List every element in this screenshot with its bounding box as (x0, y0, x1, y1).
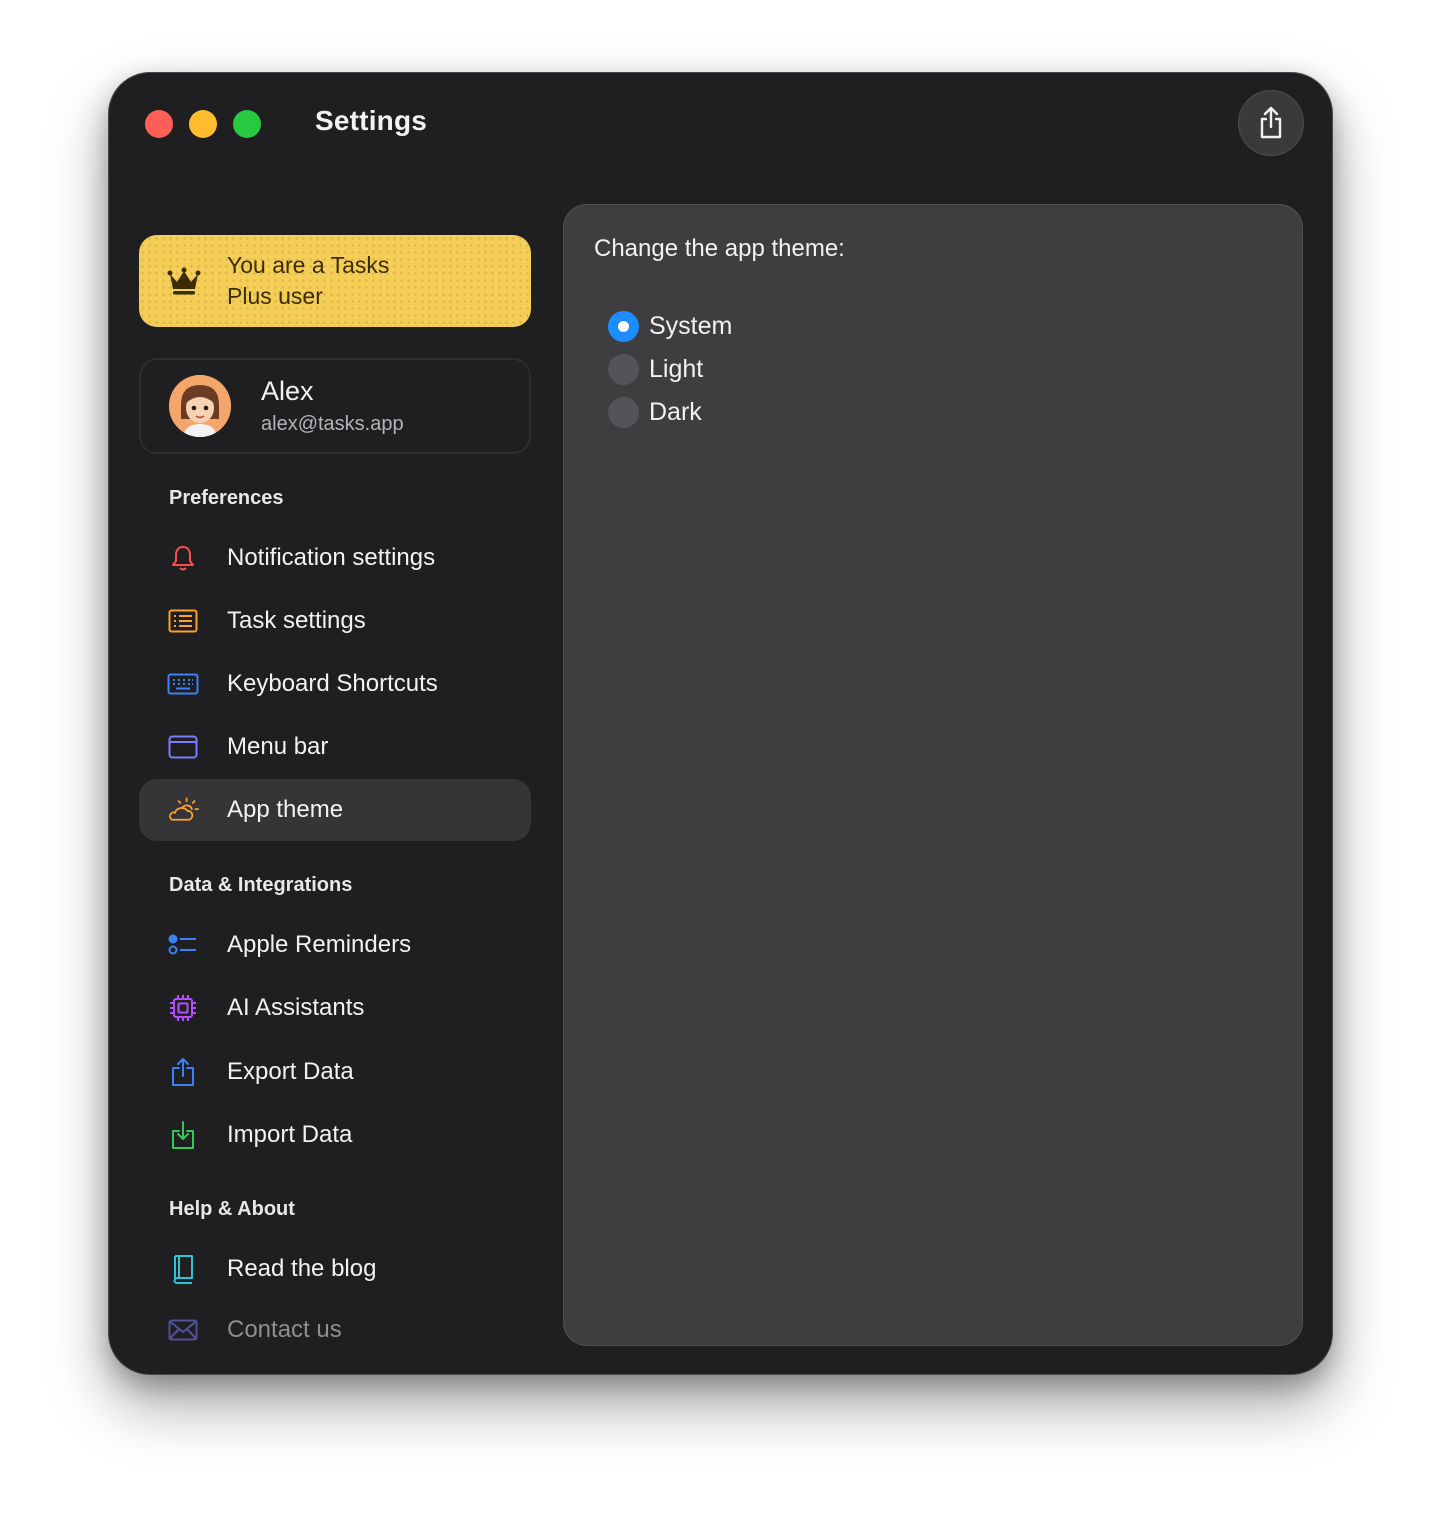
sidebar-item-label: App theme (227, 796, 344, 823)
import-icon (167, 1119, 199, 1151)
avatar (169, 375, 231, 437)
sidebar-item-import-data[interactable]: Import Data (139, 1104, 531, 1166)
sidebar-item-apple-reminders[interactable]: Apple Reminders (139, 914, 531, 976)
sidebar-item-task-settings[interactable]: Task settings (139, 590, 531, 652)
reminders-icon (167, 929, 199, 961)
book-icon (167, 1253, 199, 1285)
list-icon (167, 605, 199, 637)
theme-option-system[interactable]: System (608, 311, 732, 342)
section-preferences: Preferences (169, 487, 284, 509)
sidebar-item-read-blog[interactable]: Read the blog (139, 1238, 531, 1300)
theme-settings-panel: Change the app theme: System Light Dark (563, 204, 1303, 1346)
plus-status-text: You are a Tasks Plus user (227, 252, 390, 309)
window-title: Settings (315, 105, 428, 136)
settings-window: Settings You are a Tasks Plus user Alex … (108, 72, 1333, 1375)
sidebar-item-label: Menu bar (227, 733, 329, 760)
sidebar-item-menu-bar[interactable]: Menu bar (139, 716, 531, 778)
theme-option-label: Dark (649, 398, 702, 426)
sidebar-item-ai-assistants[interactable]: AI Assistants (139, 977, 531, 1039)
chip-icon (167, 992, 199, 1024)
bell-icon (167, 542, 199, 574)
share-icon (1260, 106, 1282, 139)
sidebar-item-label: Apple Reminders (227, 931, 412, 958)
radio-button-selected[interactable] (608, 311, 639, 342)
sidebar-item-label: Export Data (227, 1058, 354, 1085)
sidebar-item-label: Notification settings (227, 544, 436, 571)
sidebar-item-label: Contact us (227, 1316, 342, 1343)
keyboard-icon (167, 668, 199, 700)
user-email: alex@tasks.app (261, 413, 404, 435)
radio-button[interactable] (608, 354, 639, 385)
theme-settings-title: Change the app theme: (594, 235, 845, 262)
sidebar-item-contact-us[interactable]: Contact us (139, 1299, 531, 1361)
theme-option-label: Light (649, 355, 704, 383)
sidebar-item-label: Task settings (227, 607, 366, 634)
theme-option-light[interactable]: Light (608, 354, 703, 385)
sidebar-item-label: Read the blog (227, 1255, 377, 1282)
section-data-integrations: Data & Integrations (169, 874, 353, 896)
user-account-card[interactable]: Alex alex@tasks.app (139, 358, 531, 454)
envelope-icon (167, 1314, 199, 1346)
share-button[interactable] (1238, 90, 1304, 156)
crown-icon (167, 267, 201, 295)
close-window-button[interactable] (145, 110, 173, 138)
theme-option-label: System (649, 312, 733, 340)
theme-option-dark[interactable]: Dark (608, 397, 702, 428)
sidebar-item-label: Import Data (227, 1121, 353, 1148)
sun-cloud-icon (167, 794, 199, 826)
sidebar-item-label: AI Assistants (227, 994, 365, 1021)
sidebar-item-label: Keyboard Shortcuts (227, 670, 438, 697)
section-help-about: Help & About (169, 1198, 295, 1220)
sidebar-item-export-data[interactable]: Export Data (139, 1041, 531, 1103)
sidebar-item-notifications[interactable]: Notification settings (139, 527, 531, 589)
minimize-window-button[interactable] (189, 110, 217, 138)
export-icon (167, 1056, 199, 1088)
window-icon (167, 731, 199, 763)
sidebar-item-keyboard-shortcuts[interactable]: Keyboard Shortcuts (139, 653, 531, 715)
plus-status-card[interactable]: You are a Tasks Plus user (139, 235, 531, 327)
window-controls (145, 110, 261, 138)
zoom-window-button[interactable] (233, 110, 261, 138)
user-name: Alex (261, 376, 314, 406)
radio-button[interactable] (608, 397, 639, 428)
sidebar-item-app-theme[interactable]: App theme (139, 779, 531, 841)
